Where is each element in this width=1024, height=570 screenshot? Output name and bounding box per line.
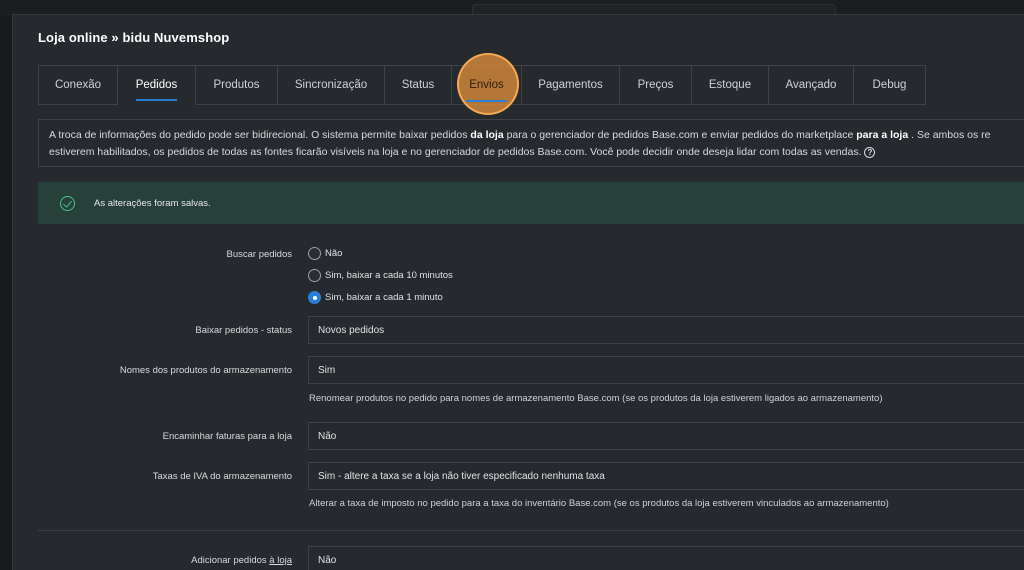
baixar-status-select[interactable]: Novos pedidos — [308, 316, 1024, 344]
help-icon[interactable]: ? — [864, 146, 876, 158]
encaminhar-faturas-select[interactable]: Não — [308, 422, 1024, 450]
section-divider — [38, 530, 1024, 531]
radio-button[interactable] — [308, 247, 321, 260]
tab-estoque[interactable]: Estoque — [692, 65, 769, 105]
buscar-pedidos-label: Buscar pedidos — [226, 249, 292, 260]
tab-produtos[interactable]: Produtos — [196, 65, 278, 105]
tab-bar: Conexão Pedidos Produtos Sincronização S… — [38, 53, 926, 115]
radio-10-minutos[interactable]: Sim, baixar a cada 10 minutos — [308, 269, 453, 282]
baixar-status-label: Baixar pedidos - status — [195, 325, 292, 336]
tab-pedidos[interactable]: Pedidos — [118, 65, 196, 105]
tab-sincronizacao[interactable]: Sincronização — [278, 65, 385, 105]
taxas-iva-hint: Alterar a taxa de imposto no pedido para… — [309, 498, 889, 509]
success-alert: As alterações foram salvas. — [38, 182, 1024, 224]
adicionar-pedidos-select[interactable]: Não — [308, 546, 1024, 570]
a-loja-link[interactable]: à loja — [269, 555, 292, 566]
nomes-produtos-hint: Renomear produtos no pedido para nomes d… — [309, 393, 883, 404]
tab-pagamentos[interactable]: Pagamentos — [522, 65, 620, 105]
tab-status[interactable]: Status — [385, 65, 452, 105]
tab-precos[interactable]: Preços — [620, 65, 692, 105]
nomes-produtos-label: Nomes dos produtos do armazenamento — [119, 365, 292, 376]
info-line-1: A troca de informações do pedido pode se… — [49, 129, 991, 141]
taxas-iva-select[interactable]: Sim - altere a taxa se a loja não tiver … — [308, 462, 1024, 490]
radio-nao[interactable]: Não — [308, 247, 342, 260]
info-description: A troca de informações do pedido pode se… — [38, 119, 1024, 167]
alert-message: As alterações foram salvas. — [94, 197, 211, 209]
encaminhar-faturas-label: Encaminhar faturas para a loja — [162, 431, 292, 442]
info-line-2: estiverem habilitados, os pedidos de tod… — [49, 144, 1024, 161]
radio-1-minuto[interactable]: Sim, baixar a cada 1 minuto — [308, 291, 443, 304]
check-circle-icon — [60, 195, 75, 211]
radio-button[interactable] — [308, 269, 321, 282]
tab-conexao[interactable]: Conexão — [38, 65, 118, 105]
radio-button-checked[interactable] — [308, 291, 321, 304]
modal-title: Loja online » bidu Nuvemshop — [38, 30, 230, 45]
tab-envios[interactable]: Envios — [452, 53, 522, 115]
background-sidebar — [0, 16, 12, 570]
adicionar-pedidos-label: Adicionar pedidos à loja — [191, 555, 292, 566]
tab-avancado[interactable]: Avançado — [769, 65, 854, 105]
tab-debug[interactable]: Debug — [854, 65, 926, 105]
nomes-produtos-select[interactable]: Sim — [308, 356, 1024, 384]
settings-modal: Loja online » bidu Nuvemshop Conexão Ped… — [12, 14, 1024, 570]
taxas-iva-label: Taxas de IVA do armazenamento — [152, 471, 292, 482]
